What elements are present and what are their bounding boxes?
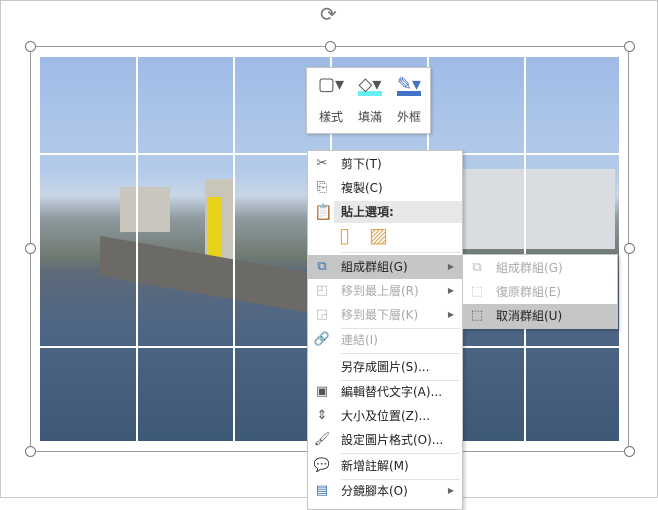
ungroup-icon: ⬚ <box>470 308 484 323</box>
clipboard-icon: 📋 <box>314 203 333 221</box>
size-position-icon: ⇕ <box>316 408 328 423</box>
send-back-icon: ◲ <box>315 307 329 322</box>
copy-icon: ⎘ <box>316 180 328 195</box>
context-menu: ✂ 剪下(T) ⎘ 複製(C) 📋 貼上選項: ▯ ▨ ⧉ 組成群組(G) ▶ ◰ 移到最… <box>307 150 463 510</box>
submenu-item-group[interactable]: ⧉ 組成群組(G) <box>463 256 617 280</box>
mini-toolbar: ▢▾ 樣式 ◇▾ 填滿 ✎▾ 外框 <box>306 67 431 134</box>
menu-item-size-position[interactable]: ⇕ 大小及位置(Z)... <box>308 404 462 428</box>
submenu-item-ungroup[interactable]: ⬚ 取消群組(U) <box>463 304 617 328</box>
menu-item-bring-to-front[interactable]: ◰ 移到最上層(R) ▶ <box>308 279 462 303</box>
regroup-icon: ⬚ <box>470 284 484 299</box>
scissors-icon: ✂ <box>316 156 328 171</box>
paste-options-header: 貼上選項: <box>334 201 462 223</box>
chevron-right-icon: ▶ <box>447 286 454 295</box>
menu-item-storyboard[interactable]: ▤ 分鏡腳本(O) ▶ <box>308 479 462 503</box>
resize-handle[interactable] <box>624 243 635 254</box>
style-icon: ▢▾ <box>317 74 345 95</box>
paste-picture-icon[interactable]: ▨ <box>369 223 391 249</box>
menu-item-new-comment[interactable]: 💬 新增註解(M) <box>308 454 462 478</box>
resize-handle[interactable] <box>25 446 36 457</box>
resize-handle[interactable] <box>624 41 635 52</box>
menu-item-group[interactable]: ⧉ 組成群組(G) ▶ <box>308 255 462 279</box>
menu-item-save-as-picture[interactable]: 另存成圖片(S)... <box>308 355 462 379</box>
menu-item-cut[interactable]: ✂ 剪下(T) <box>308 152 462 176</box>
fill-button[interactable]: ◇▾ 填滿 <box>351 74 389 125</box>
menu-item-send-to-back[interactable]: ◲ 移到最下層(K) ▶ <box>308 303 462 327</box>
menu-item-format-picture[interactable]: 🖌 設定圖片格式(O)... <box>308 428 462 452</box>
resize-handle[interactable] <box>25 41 36 52</box>
outline-button[interactable]: ✎▾ 外框 <box>390 74 428 125</box>
alt-text-icon: ▣ <box>315 384 329 399</box>
menu-item-copy[interactable]: ⎘ 複製(C) <box>308 176 462 200</box>
rotate-handle-icon[interactable]: ⟳ <box>320 2 337 26</box>
group-submenu: ⧉ 組成群組(G) ⬚ 復原群組(E) ⬚ 取消群組(U) <box>462 254 618 329</box>
chevron-right-icon: ▶ <box>447 262 454 271</box>
submenu-item-regroup[interactable]: ⬚ 復原群組(E) <box>463 280 617 304</box>
chevron-right-icon: ▶ <box>447 486 454 495</box>
paste-keep-format-icon[interactable]: ▯ <box>339 223 361 249</box>
comment-icon: 💬 <box>313 458 331 473</box>
pen-icon: ✎▾ <box>396 74 422 96</box>
resize-handle[interactable] <box>25 243 36 254</box>
bring-front-icon: ◰ <box>315 283 329 298</box>
resize-handle[interactable] <box>325 41 336 52</box>
menu-item-link[interactable]: 🔗 連結(I) <box>308 328 462 352</box>
menu-item-edit-alt-text[interactable]: ▣ 編輯替代文字(A)... <box>308 380 462 404</box>
chevron-right-icon: ▶ <box>447 310 454 319</box>
storyboard-icon: ▤ <box>315 483 329 498</box>
group-icon: ⧉ <box>472 260 482 275</box>
format-picture-icon: 🖌 <box>313 432 331 447</box>
link-icon: 🔗 <box>313 332 331 347</box>
group-icon: ⧉ <box>317 259 327 274</box>
paint-bucket-icon: ◇▾ <box>358 74 382 96</box>
resize-handle[interactable] <box>624 446 635 457</box>
style-button[interactable]: ▢▾ 樣式 <box>312 74 350 125</box>
